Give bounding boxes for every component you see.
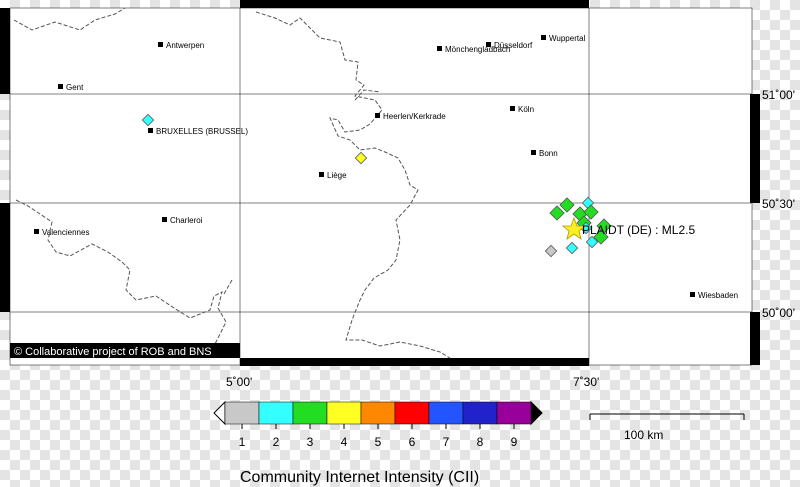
- legend-label-7: 7: [443, 435, 450, 449]
- legend-swatch-6: [394, 401, 430, 425]
- lon-label-left: 5˚00': [226, 375, 252, 389]
- city-marker-valenciennes: [34, 229, 39, 234]
- city-marker-gent: [58, 84, 63, 89]
- city-marker-bonn: [531, 150, 536, 155]
- map-area: [10, 8, 752, 365]
- legend-label-5: 5: [375, 435, 382, 449]
- city-marker-antwerpen: [158, 42, 163, 47]
- map-canvas: Antwerpen Gent BRUXELLES (BRUSSEL) Charl…: [0, 0, 795, 486]
- scale-label: 100 km: [624, 428, 663, 442]
- legend-swatch-1: [224, 401, 260, 425]
- city-marker-wiesbaden: [690, 292, 695, 297]
- city-label-bonn: Bonn: [539, 149, 558, 158]
- legend-label-9: 9: [511, 435, 518, 449]
- city-label-heerlen: Heerlen/Kerkrade: [383, 112, 446, 121]
- city-label-koln: Köln: [518, 105, 534, 114]
- scale-bar: [589, 413, 745, 420]
- legend-arrow-right: [530, 400, 543, 426]
- city-marker-monchengladbach: [437, 46, 442, 51]
- city-marker-heerlen: [375, 113, 380, 118]
- legend-ticks: 1 2 3 4 5 6 7 8 9: [239, 424, 518, 449]
- city-marker-charleroi: [162, 217, 167, 222]
- legend-label-1: 1: [239, 435, 246, 449]
- city-marker-bruxelles: [148, 128, 153, 133]
- legend-swatch-4: [326, 401, 362, 425]
- event-label: PLAIDT (DE) : ML2.5: [582, 223, 695, 237]
- legend-swatches: [224, 401, 532, 425]
- city-marker-liege: [319, 172, 324, 177]
- legend-swatch-7: [428, 401, 464, 425]
- legend-label-6: 6: [409, 435, 416, 449]
- city-marker-wuppertal: [541, 35, 546, 40]
- legend-swatch-5: [360, 401, 396, 425]
- intensity-legend: 1 2 3 4 5 6 7 8 9 Community Internet Intensity (…: [213, 400, 543, 486]
- legend-swatch-9: [496, 401, 532, 425]
- city-marker-koln: [510, 106, 515, 111]
- city-label-wuppertal: Wuppertal: [549, 34, 586, 43]
- city-label-liege: Liège: [327, 171, 347, 180]
- lat-label-top: 51˚00': [762, 88, 795, 102]
- city-label-antwerpen: Antwerpen: [166, 41, 204, 50]
- legend-swatch-8: [462, 401, 498, 425]
- legend-swatch-2: [258, 401, 294, 425]
- city-label-charleroi: Charleroi: [170, 216, 203, 225]
- legend-label-3: 3: [307, 435, 314, 449]
- city-label-valenciennes: Valenciennes: [42, 228, 89, 237]
- city-label-wiesbaden: Wiesbaden: [698, 291, 738, 300]
- legend-label-8: 8: [477, 435, 484, 449]
- lat-label-mid: 50˚30': [762, 197, 795, 211]
- legend-arrow-left: [213, 400, 226, 426]
- lon-label-right: 7˚30': [573, 375, 599, 389]
- legend-label-4: 4: [341, 435, 348, 449]
- city-label-gent: Gent: [66, 83, 84, 92]
- legend-swatch-3: [292, 401, 328, 425]
- legend-title: Community Internet Intensity (CII): [240, 469, 479, 486]
- legend-label-2: 2: [273, 435, 280, 449]
- lat-label-bottom: 50˚00': [762, 306, 795, 320]
- city-label-bruxelles: BRUXELLES (BRUSSEL): [156, 127, 248, 136]
- city-label-dusseldorf: Düsseldorf: [494, 41, 533, 50]
- credit-label: © Collaborative project of ROB and BNS: [14, 346, 212, 358]
